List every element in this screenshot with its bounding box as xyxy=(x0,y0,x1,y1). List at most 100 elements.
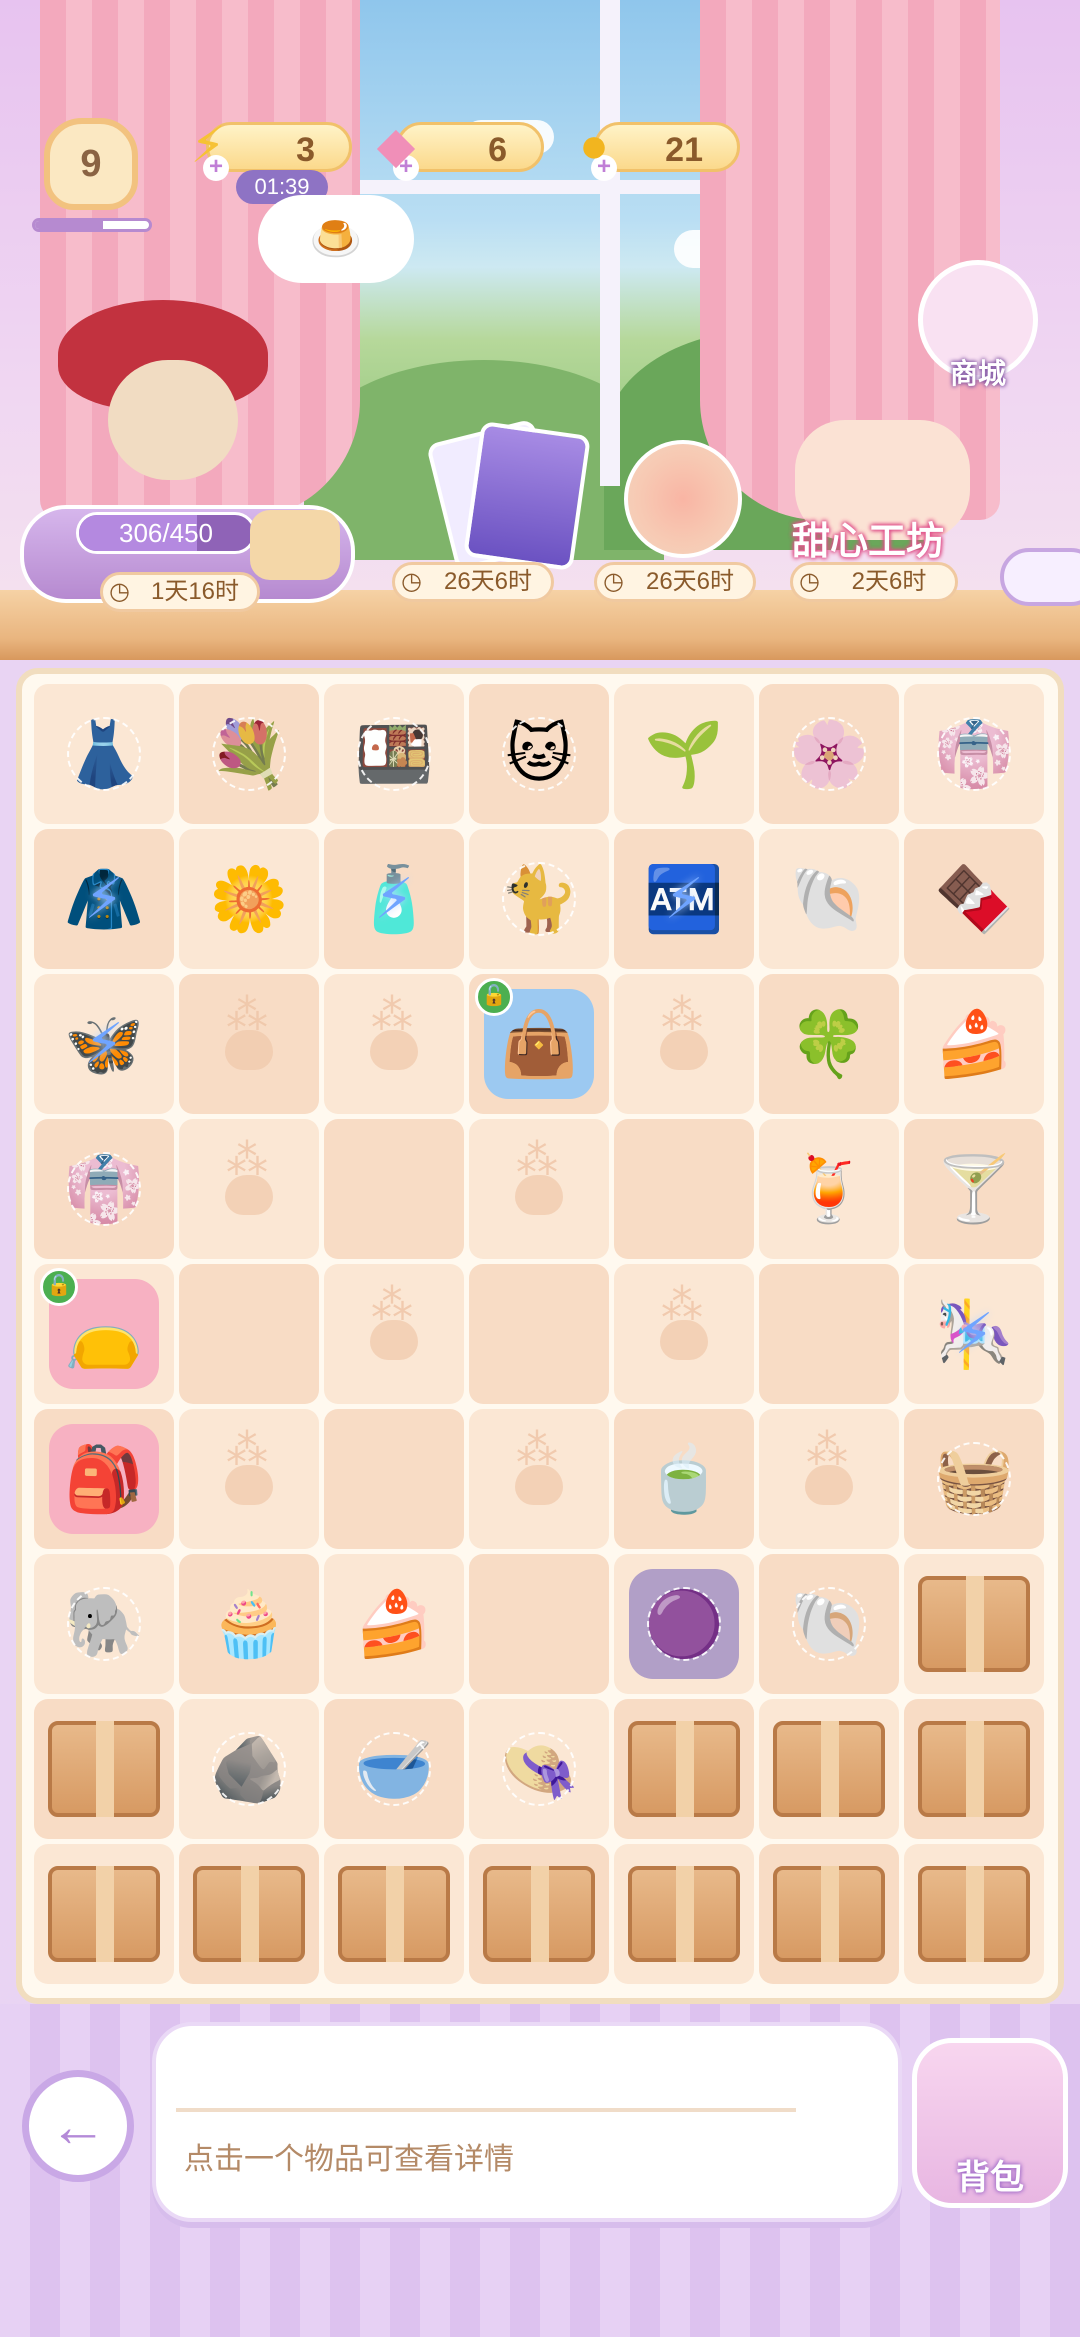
board-cell-paw[interactable] xyxy=(614,1264,754,1404)
board-cell[interactable]: 🧺 xyxy=(904,1409,1044,1549)
board-cell[interactable]: 🏧 xyxy=(614,829,754,969)
board-cell[interactable]: 🐈 xyxy=(469,829,609,969)
flowers-purple-icon: 🌸 xyxy=(774,699,884,809)
fruit-basket-icon: 🧺 xyxy=(919,1424,1029,1534)
board-cell[interactable]: 💐 xyxy=(179,684,319,824)
cardboard-box-icon xyxy=(918,1866,1030,1962)
board-cell[interactable] xyxy=(34,1699,174,1839)
board-cell-paw[interactable] xyxy=(324,1264,464,1404)
board-cell[interactable]: 🐘 xyxy=(34,1554,174,1694)
board-cell[interactable]: 🧴 xyxy=(324,829,464,969)
board-cell[interactable]: 🐚 xyxy=(759,1554,899,1694)
board-cell[interactable]: 🪨 xyxy=(179,1699,319,1839)
board-cell-paw[interactable] xyxy=(614,974,754,1114)
cardboard-box-icon xyxy=(628,1721,740,1817)
board-cell[interactable]: 🍵 xyxy=(614,1409,754,1549)
board-cell-paw[interactable] xyxy=(759,1409,899,1549)
board-cell-empty[interactable] xyxy=(469,1264,609,1404)
bouquet-icon: 💐 xyxy=(194,699,304,809)
board-cell-empty[interactable] xyxy=(324,1119,464,1259)
board-cell-paw[interactable] xyxy=(324,974,464,1114)
board-cell[interactable]: 👘 xyxy=(34,1119,174,1259)
board-cell[interactable]: 🍹 xyxy=(759,1119,899,1259)
board-cell[interactable]: 🍰 xyxy=(904,974,1044,1114)
cardboard-box-icon xyxy=(918,1721,1030,1817)
board-cell[interactable]: 👜 🔓 xyxy=(469,974,609,1114)
order-event-timer: 1天16时 xyxy=(100,572,260,612)
xp-bar-fill xyxy=(35,221,104,229)
card-event[interactable] xyxy=(463,421,591,571)
board-cell-empty[interactable] xyxy=(179,1264,319,1404)
side-tab[interactable] xyxy=(1000,548,1080,606)
clothes-rack-icon: 👘 xyxy=(919,699,1029,809)
board-cell[interactable]: 🍸 xyxy=(904,1119,1044,1259)
strawberry-tart-icon: 🍰 xyxy=(934,1008,1014,1080)
board-cell[interactable] xyxy=(904,1844,1044,1984)
board-cell[interactable]: 🍫 xyxy=(904,829,1044,969)
lock-icon: 🔓 xyxy=(475,978,513,1016)
back-button[interactable]: ← xyxy=(22,2070,134,2182)
board-cell-empty[interactable] xyxy=(324,1409,464,1549)
dessert-box-icon: 🍱 xyxy=(339,699,449,809)
cardboard-box-icon xyxy=(918,1576,1030,1672)
board-cell[interactable]: 🌸 xyxy=(759,684,899,824)
cat-gray-icon: 🐈 xyxy=(484,844,594,954)
board-cell[interactable]: 🐚 xyxy=(759,829,899,969)
chocolate-bowl-icon: 🍫 xyxy=(934,863,1014,935)
board-cell[interactable] xyxy=(34,1844,174,1984)
board-cell-paw[interactable] xyxy=(179,1409,319,1549)
board-cell[interactable]: 🥣 xyxy=(324,1699,464,1839)
board-cell[interactable]: 🌱 xyxy=(614,684,754,824)
board-cell[interactable]: 🍰 xyxy=(324,1554,464,1694)
board-cell-paw[interactable] xyxy=(469,1119,609,1259)
energy-value: 3 xyxy=(296,131,315,169)
cake-event-timer: 26天6时 xyxy=(594,562,756,602)
dress-icon: 👗 xyxy=(49,699,159,809)
board-cell-empty[interactable] xyxy=(469,1554,609,1694)
board-cell[interactable]: 👒 xyxy=(469,1699,609,1839)
board-cell-empty[interactable] xyxy=(614,1119,754,1259)
board-cell[interactable] xyxy=(179,1844,319,1984)
strawberry-drink-icon: 🍹 xyxy=(789,1153,869,1225)
board-cell[interactable]: 🍱 xyxy=(324,684,464,824)
board-cell[interactable] xyxy=(904,1699,1044,1839)
board-cell[interactable] xyxy=(324,1844,464,1984)
level-badge[interactable]: 9 xyxy=(44,118,138,210)
bag-label: 背包 xyxy=(956,2159,1024,2197)
board-cell[interactable]: 🍀 xyxy=(759,974,899,1114)
thought-bubble[interactable]: 🍮 xyxy=(258,195,414,283)
board-cell[interactable] xyxy=(904,1554,1044,1694)
board-cell-paw[interactable] xyxy=(469,1409,609,1549)
board-cell[interactable] xyxy=(614,1844,754,1984)
cardboard-box-icon xyxy=(193,1866,305,1962)
perfume-icon: 🧴 xyxy=(339,844,449,954)
clover-icon: 🍀 xyxy=(789,1008,869,1080)
board-cell[interactable] xyxy=(759,1699,899,1839)
board-cell[interactable]: 👝 🔓 xyxy=(34,1264,174,1404)
sweet-shop-timer: 2天6时 xyxy=(790,562,958,602)
swiss-roll-icon xyxy=(250,510,340,580)
board-cell[interactable]: 🦋 xyxy=(34,974,174,1114)
shell-icon: 🐚 xyxy=(774,1569,884,1679)
board-cell[interactable]: 🐱 xyxy=(469,684,609,824)
board-cell[interactable]: 🧥 xyxy=(34,829,174,969)
board-cell[interactable]: 🌼 xyxy=(179,829,319,969)
witch-cat-character[interactable] xyxy=(58,280,278,500)
cake-event[interactable] xyxy=(624,440,742,558)
cat-calico-icon: 🐱 xyxy=(484,699,594,809)
board-cell[interactable]: 🧁 xyxy=(179,1554,319,1694)
board-cell-empty[interactable] xyxy=(759,1264,899,1404)
sprout-icon: 🌱 xyxy=(644,718,724,790)
board-cell-paw[interactable] xyxy=(179,1119,319,1259)
item-info-panel xyxy=(152,2022,902,2222)
board-cell[interactable]: 👗 xyxy=(34,684,174,824)
board-cell[interactable]: 🎠 xyxy=(904,1264,1044,1404)
board-cell[interactable] xyxy=(759,1844,899,1984)
board-cell[interactable]: 🎒 xyxy=(34,1409,174,1549)
board-cell[interactable]: 👘 xyxy=(904,684,1044,824)
board-cell-paw[interactable] xyxy=(179,974,319,1114)
xp-bar xyxy=(32,218,152,232)
board-cell[interactable] xyxy=(469,1844,609,1984)
board-cell[interactable]: 🟣 xyxy=(614,1554,754,1694)
board-cell[interactable] xyxy=(614,1699,754,1839)
